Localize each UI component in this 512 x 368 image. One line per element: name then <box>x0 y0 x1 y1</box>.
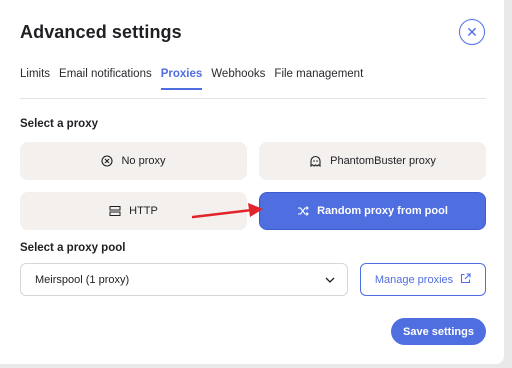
proxy-option-phantombuster-label: PhantomBuster proxy <box>330 155 436 167</box>
modal-title: Advanced settings <box>20 22 182 42</box>
external-link-icon <box>460 272 471 287</box>
proxy-option-random-pool-label: Random proxy from pool <box>317 205 448 217</box>
save-settings-button[interactable]: Save settings <box>391 318 486 345</box>
proxy-pool-selected-value: Meirspool (1 proxy) <box>35 273 130 286</box>
x-circle-icon <box>101 155 114 167</box>
server-icon <box>109 205 121 217</box>
tab-proxies[interactable]: Proxies <box>160 68 203 90</box>
tabs-divider <box>20 98 486 99</box>
chevron-down-icon <box>325 274 335 286</box>
manage-proxies-button[interactable]: Manage proxies <box>360 263 486 296</box>
proxy-option-http-label: HTTP <box>129 205 158 217</box>
advanced-settings-modal: Advanced settings ✕ Limits Email notific… <box>0 0 504 364</box>
proxy-option-none[interactable]: No proxy <box>20 142 247 180</box>
tab-webhooks[interactable]: Webhooks <box>211 68 265 90</box>
select-proxy-pool-label: Select a proxy pool <box>20 242 126 254</box>
manage-proxies-label: Manage proxies <box>374 273 454 286</box>
shuffle-icon <box>297 205 309 217</box>
annotation-arrow-icon <box>192 203 263 219</box>
proxy-pool-select[interactable]: Meirspool (1 proxy) <box>20 263 348 296</box>
proxy-option-phantombuster[interactable]: PhantomBuster proxy <box>259 142 486 180</box>
close-icon: ✕ <box>466 23 478 40</box>
select-proxy-label: Select a proxy <box>20 118 98 130</box>
ghost-icon <box>309 155 322 168</box>
proxy-option-random-pool[interactable]: Random proxy from pool <box>259 192 486 230</box>
tab-file-management[interactable]: File management <box>274 68 363 90</box>
tab-limits[interactable]: Limits <box>20 68 50 90</box>
settings-tabs: Limits Email notifications Proxies Webho… <box>20 68 372 90</box>
tab-email-notifications[interactable]: Email notifications <box>59 68 152 90</box>
close-button[interactable]: ✕ <box>459 19 485 45</box>
proxy-option-none-label: No proxy <box>121 155 166 167</box>
